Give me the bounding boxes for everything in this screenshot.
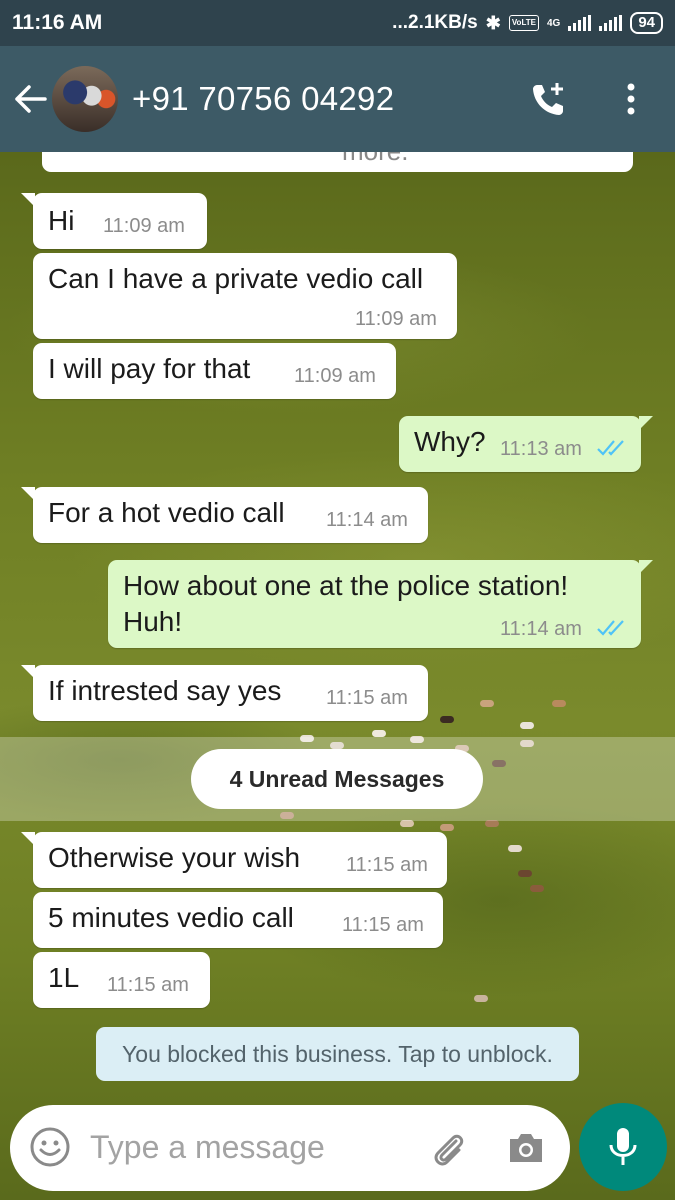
paperclip-icon[interactable] <box>426 1127 470 1176</box>
read-ticks-icon <box>597 620 624 636</box>
message-in[interactable]: 5 minutes vedio call 11:15 am <box>33 892 443 948</box>
mic-button[interactable] <box>579 1103 667 1191</box>
camera-icon[interactable] <box>506 1129 546 1172</box>
add-call-icon[interactable] <box>527 77 571 121</box>
message-time: 11:15 am <box>326 687 408 709</box>
arrow-left-icon[interactable] <box>12 81 48 117</box>
message-in[interactable]: If intrested say yes 11:15 am <box>21 665 428 721</box>
message-time: 11:15 am <box>107 974 189 996</box>
message-text: Hi <box>48 205 75 236</box>
message-input[interactable]: Type a message <box>90 1129 325 1166</box>
read-ticks-icon <box>597 440 624 456</box>
avatar[interactable] <box>52 66 118 132</box>
message-in[interactable]: For a hot vedio call 11:14 am <box>21 487 428 543</box>
status-bar: 11:16 AM ...2.1KB/s ✱ VoLTE 4G 94 <box>0 0 675 46</box>
message-time: 11:15 am <box>342 914 424 936</box>
message-time: 11:09 am <box>103 215 185 237</box>
message-text: How about one at the police station! <box>123 570 569 601</box>
message-text-line2: Huh! <box>123 606 183 637</box>
bluetooth-icon: ✱ <box>485 12 501 33</box>
partial-message: more. <box>42 152 633 172</box>
message-time: 11:14 am <box>500 618 582 640</box>
message-in[interactable]: Can I have a private vedio call 11:09 am <box>33 253 457 339</box>
message-time: 11:09 am <box>355 308 437 330</box>
unread-messages-badge: 4 Unread Messages <box>191 749 483 809</box>
message-in[interactable]: Otherwise your wish 11:15 am <box>21 832 447 888</box>
signal-icon <box>568 15 592 31</box>
message-in[interactable]: I will pay for that 11:09 am <box>33 343 396 399</box>
message-in[interactable]: Hi 11:09 am <box>21 193 207 249</box>
status-time: 11:16 AM <box>12 11 103 34</box>
battery-indicator: 94 <box>630 12 663 34</box>
message-time: 11:14 am <box>326 509 408 531</box>
message-text: Otherwise your wish <box>48 842 301 873</box>
message-in[interactable]: 1L 11:15 am <box>33 952 210 1008</box>
network-speed: ...2.1KB/s <box>392 12 478 33</box>
chat-header: +91 70756 04292 <box>0 46 675 152</box>
message-time: 11:15 am <box>346 854 428 876</box>
message-composer[interactable]: Type a message <box>10 1105 570 1191</box>
volte-icon: VoLTE <box>508 15 539 31</box>
message-text: Why? <box>414 426 486 457</box>
message-time: 11:09 am <box>294 365 376 387</box>
signal-icon-2 <box>599 15 623 31</box>
partial-message-text: more. <box>342 152 408 167</box>
chat-area[interactable]: more. Hi 11:09 am Can I have a private v… <box>0 152 675 1092</box>
emoji-icon[interactable] <box>28 1125 72 1174</box>
message-text: Can I have a private vedio call <box>48 263 424 294</box>
message-text: 5 minutes vedio call <box>48 902 294 933</box>
message-out[interactable]: Why? 11:13 am <box>399 416 653 472</box>
message-time: 11:13 am <box>500 438 582 460</box>
message-out[interactable]: How about one at the police station! Huh… <box>108 560 653 648</box>
blocked-notice[interactable]: You blocked this business. Tap to unbloc… <box>96 1027 579 1081</box>
message-text: I will pay for that <box>48 353 251 384</box>
status-icons: ...2.1KB/s ✱ VoLTE 4G 94 <box>392 12 663 34</box>
message-text: 1L <box>48 962 80 993</box>
mic-icon <box>609 1128 637 1165</box>
message-text: For a hot vedio call <box>48 497 285 528</box>
contact-name[interactable]: +91 70756 04292 <box>132 80 527 118</box>
network-type: 4G <box>546 18 561 29</box>
message-text: If intrested say yes <box>48 675 282 706</box>
more-vert-icon[interactable] <box>609 77 653 121</box>
